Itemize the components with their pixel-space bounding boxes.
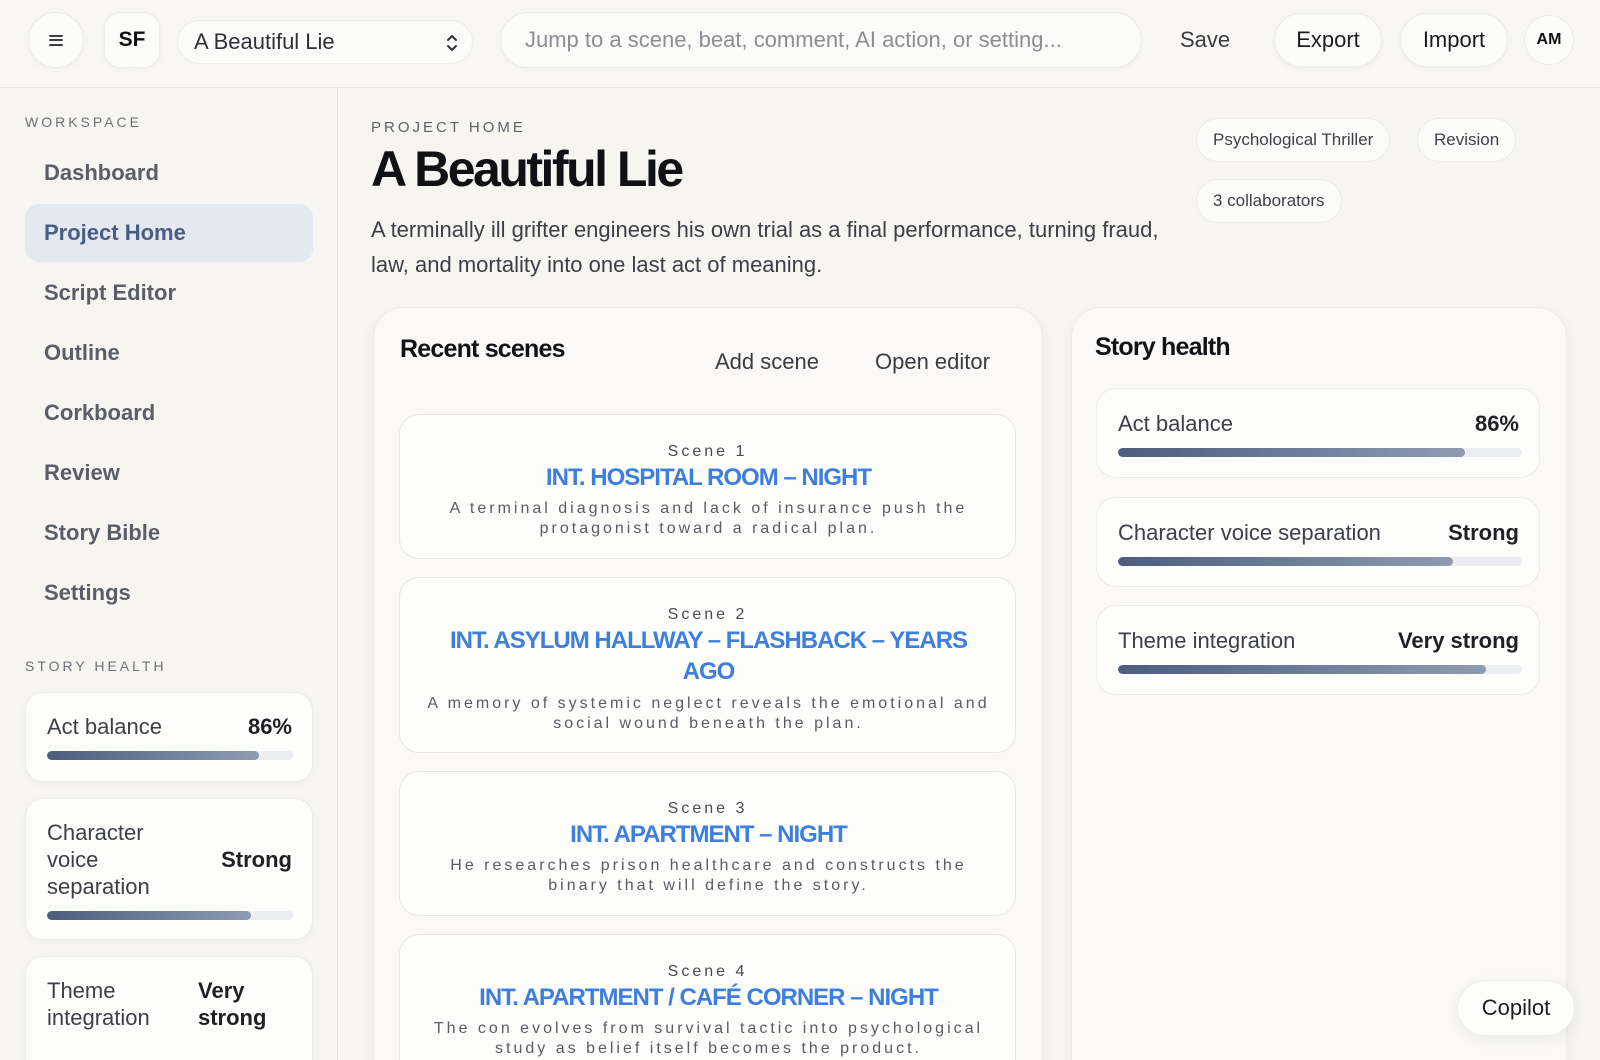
metric-label: Character voice separation — [47, 820, 150, 899]
story-health-heading: STORY HEALTH — [25, 658, 167, 674]
scene-heading: INT. APARTMENT / CAFÉ CORNER – NIGHT — [479, 984, 939, 1011]
scene-heading: INT. ASYLUM HALLWAY – FLASHBACK – YEARS … — [449, 627, 968, 685]
sidebar-item-dashboard[interactable]: Dashboard — [25, 144, 313, 202]
scene-number: Scene 2 — [667, 606, 748, 623]
page-title: A Beautiful Lie — [371, 141, 684, 197]
scene-number: Scene 3 — [667, 800, 748, 817]
project-selector[interactable]: A Beautiful Lie — [177, 20, 473, 64]
export-button[interactable]: Export — [1274, 13, 1382, 67]
progress-fill — [47, 751, 259, 760]
sidebar-item-corkboard[interactable]: Corkboard — [25, 384, 313, 442]
metric-label: Act balance — [1118, 411, 1233, 436]
metric-value: 86% — [1474, 411, 1519, 436]
health-card-character-voice[interactable]: Character voice separation Strong — [1096, 497, 1540, 587]
app-logo[interactable]: SF — [104, 12, 160, 68]
scene-card-1[interactable]: Scene 1 INT. HOSPITAL ROOM – NIGHT A ter… — [399, 414, 1016, 559]
health-card-theme-integration[interactable]: Theme integration Very strong — [1096, 605, 1540, 695]
command-search-input[interactable] — [500, 12, 1142, 68]
copilot-button[interactable]: Copilot — [1457, 980, 1575, 1036]
scene-heading: INT. APARTMENT – NIGHT — [570, 821, 848, 848]
workspace-heading: WORKSPACE — [25, 114, 142, 130]
top-bar: SF A Beautiful Lie Save Export Import AM — [0, 0, 1600, 88]
progress-fill — [1118, 448, 1466, 457]
metric-value: Strong — [221, 847, 292, 872]
sidebar-item-project-home[interactable]: Project Home — [25, 204, 313, 262]
scene-number: Scene 1 — [667, 443, 748, 460]
progress-bar — [1118, 665, 1522, 674]
scene-summary: He researches prison healthcare and cons… — [450, 857, 967, 894]
sidebar-item-review[interactable]: Review — [25, 444, 313, 502]
scene-card-2[interactable]: Scene 2 INT. ASYLUM HALLWAY – FLASHBACK … — [399, 577, 1016, 753]
collaborators-tag[interactable]: 3 collaborators — [1196, 179, 1342, 223]
metric-label: Act balance — [47, 714, 162, 739]
sidebar-item-outline[interactable]: Outline — [25, 324, 313, 382]
recent-scenes-title: Recent scenes — [400, 335, 566, 363]
metric-value: Strong — [1448, 520, 1519, 545]
metric-label: Character voice separation — [1118, 520, 1381, 545]
sidebar-health-character-voice[interactable]: Character voice separation Strong — [25, 798, 313, 940]
user-avatar[interactable]: AM — [1524, 15, 1574, 65]
progress-bar — [1118, 448, 1522, 457]
sidebar-item-story-bible[interactable]: Story Bible — [25, 504, 313, 562]
menu-button[interactable] — [28, 12, 84, 68]
sidebar-health-theme-integration[interactable]: Theme integration Very strong — [25, 956, 313, 1060]
page-eyebrow: PROJECT HOME — [371, 119, 526, 136]
status-tag[interactable]: Revision — [1417, 118, 1517, 162]
updown-chevron-icon — [447, 35, 457, 51]
project-selector-value: A Beautiful Lie — [194, 29, 335, 54]
sidebar: WORKSPACE Dashboard Project Home Script … — [0, 88, 338, 1060]
metric-value: 86% — [247, 714, 292, 739]
progress-fill — [1118, 557, 1454, 566]
scene-summary: A terminal diagnosis and lack of insuran… — [449, 500, 968, 537]
project-logline: A terminally ill grifter engineers his o… — [371, 217, 1159, 277]
scene-card-4[interactable]: Scene 4 INT. APARTMENT / CAFÉ CORNER – N… — [399, 934, 1016, 1060]
scene-summary: The con evolves from survival tactic int… — [433, 1020, 984, 1057]
open-editor-button[interactable]: Open editor — [875, 349, 990, 375]
import-button[interactable]: Import — [1400, 13, 1508, 67]
progress-bar — [1118, 557, 1522, 566]
hamburger-icon — [49, 34, 63, 46]
progress-bar — [47, 751, 293, 760]
sidebar-health-act-balance[interactable]: Act balance 86% — [25, 692, 313, 782]
story-health-title: Story health — [1095, 333, 1231, 361]
sidebar-item-script-editor[interactable]: Script Editor — [25, 264, 313, 322]
metric-value: Very strong — [198, 978, 267, 1030]
metric-label: Theme integration — [1118, 628, 1296, 653]
sidebar-item-settings[interactable]: Settings — [25, 564, 313, 622]
scene-number: Scene 4 — [667, 963, 748, 980]
scene-heading: INT. HOSPITAL ROOM – NIGHT — [545, 464, 872, 491]
save-button[interactable]: Save — [1166, 18, 1244, 62]
progress-fill — [47, 911, 252, 920]
progress-fill — [1118, 665, 1486, 674]
genre-tag[interactable]: Psychological Thriller — [1196, 118, 1391, 162]
add-scene-button[interactable]: Add scene — [715, 349, 819, 375]
scene-card-3[interactable]: Scene 3 INT. APARTMENT – NIGHT He resear… — [399, 771, 1016, 916]
metric-label: Theme integration — [47, 978, 150, 1030]
metric-value: Very strong — [1397, 628, 1519, 653]
health-card-act-balance[interactable]: Act balance 86% — [1096, 388, 1540, 478]
scene-summary: A memory of systemic neglect reveals the… — [427, 695, 990, 732]
progress-bar — [47, 911, 293, 920]
